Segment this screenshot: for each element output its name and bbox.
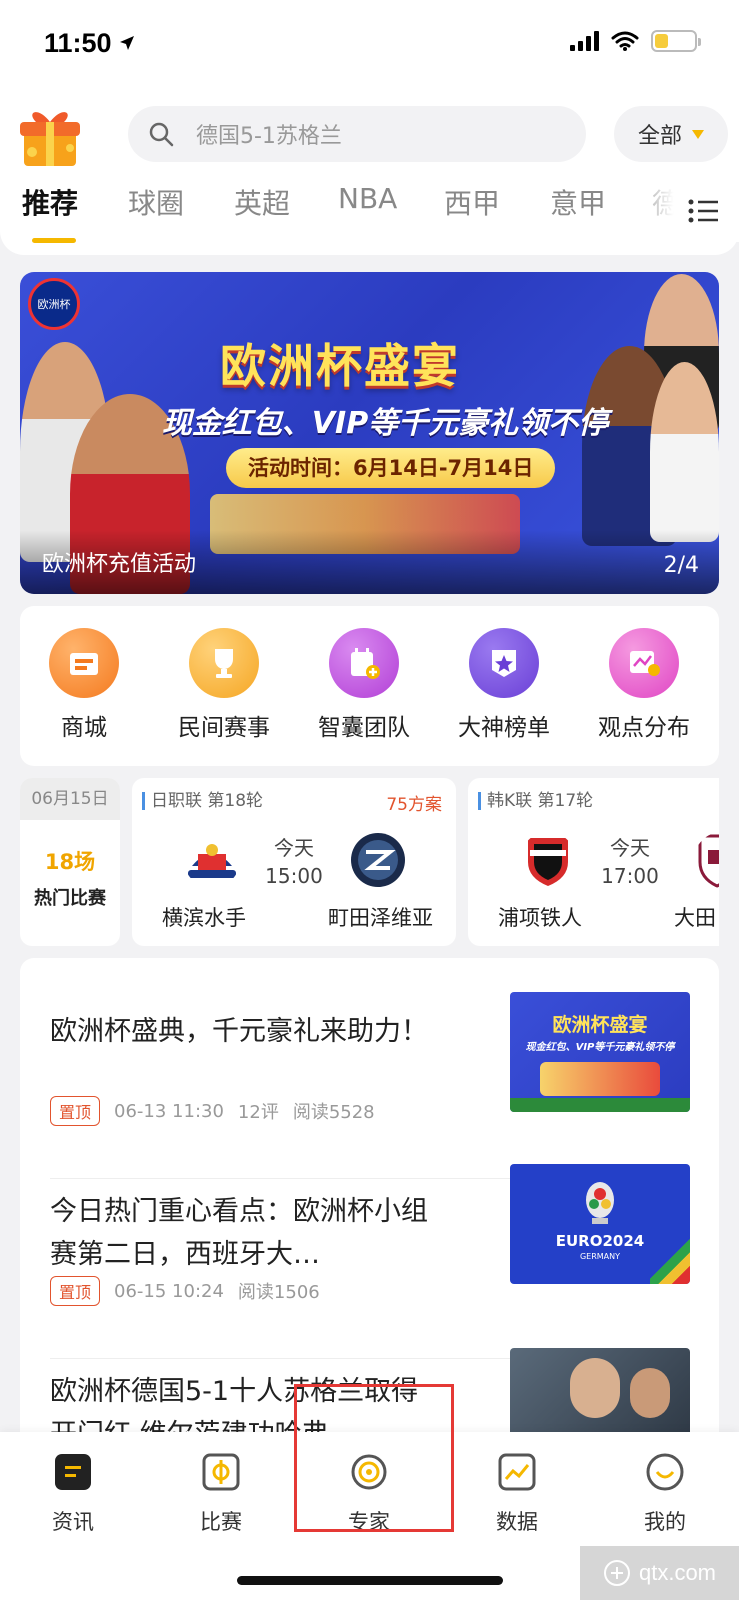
calendar-plus-icon	[329, 628, 399, 698]
home-team: 浦项铁人	[498, 906, 582, 930]
quick-item-ranking[interactable]: 大神榜单	[440, 628, 568, 742]
team-logo	[351, 833, 405, 887]
match-time: 今天 17:00	[601, 836, 659, 888]
tabbar-news[interactable]: 资讯	[28, 1452, 118, 1536]
cellular-signal-icon	[570, 31, 599, 51]
caret-down-icon	[692, 129, 704, 139]
search-placeholder: 德国5-1苏格兰	[196, 124, 342, 149]
status-time: 11:50	[44, 28, 112, 58]
hot-matches-card[interactable]: 06月15日 18场 热门比赛	[20, 778, 120, 946]
tabbar-label: 比赛	[200, 1510, 242, 1534]
quick-item-shop[interactable]: 商城	[20, 628, 148, 742]
news-comments: 12评	[237, 1102, 279, 1123]
search-icon	[149, 122, 174, 147]
quick-item-think-tank[interactable]: 智囊团队	[300, 628, 428, 742]
news-reads: 阅读1506	[237, 1282, 320, 1303]
player-image	[650, 362, 719, 542]
news-thumbnail: EURO2024 GERMANY	[510, 1164, 690, 1284]
match-icon	[202, 1453, 240, 1491]
match-league: 日职联 第18轮	[142, 792, 263, 810]
news-time: 06-13 11:30	[114, 1100, 224, 1122]
news-icon	[55, 1454, 91, 1490]
news-item[interactable]: 今日热门重心看点：欧洲杯小组赛第二日，西班牙大… 置顶 06-15 10:24 …	[50, 1164, 690, 1330]
filter-dropdown[interactable]: 全部	[614, 106, 728, 162]
team-logo	[528, 838, 568, 886]
quick-item-label: 智囊团队	[318, 715, 410, 741]
news-title: 今日热门重心看点：欧洲杯小组赛第二日，西班牙大…	[50, 1196, 428, 1270]
banner-date: 活动时间：6月14日-7月14日	[226, 448, 556, 488]
watermark-logo-icon	[603, 1560, 630, 1586]
quick-item-label: 商城	[61, 715, 107, 741]
euro-cup-logo: 欧洲杯	[28, 278, 80, 330]
banner-page-indicator: 2/4	[663, 553, 699, 578]
annotation-highlight	[294, 1384, 454, 1532]
promo-banner[interactable]: 欧洲杯 欧洲杯盛宴 现金红包、VIP等千元豪礼领不停 活动时间：6月14日-7月…	[20, 272, 719, 594]
profile-icon	[646, 1453, 684, 1491]
tabbar-label: 资讯	[52, 1510, 94, 1534]
shop-icon	[49, 628, 119, 698]
filter-label: 全部	[637, 124, 682, 149]
wifi-icon	[611, 31, 639, 51]
banner-caption: 欧洲杯充值活动	[42, 552, 197, 577]
news-meta: 置顶 06-15 10:24 阅读1506	[50, 1276, 320, 1306]
news-title: 欧洲杯盛典，千元豪礼来助力！	[50, 1016, 428, 1047]
home-team: 横滨水手	[162, 906, 246, 930]
data-chart-icon	[498, 1453, 536, 1491]
tabbar-label: 我的	[644, 1510, 686, 1534]
news-thumbnail: 欧洲杯盛宴 现金红包、VIP等千元豪礼领不停	[510, 992, 690, 1112]
pinned-badge: 置顶	[50, 1276, 101, 1306]
match-count: 18场	[44, 850, 96, 874]
tabbar-data[interactable]: 数据	[472, 1452, 562, 1536]
quick-menu: 商城 民间赛事 智囊团队 大神榜单 观点分布	[20, 606, 719, 766]
status-bar: 11:50	[0, 0, 739, 90]
watermark: qtx.com	[580, 1546, 739, 1600]
news-reads: 阅读5528	[292, 1102, 375, 1123]
gift-icon[interactable]	[14, 102, 86, 170]
quick-item-label: 大神榜单	[458, 715, 550, 741]
chart-icon	[609, 628, 679, 698]
away-team: 大田	[674, 906, 716, 930]
match-plans-count: 75方案	[386, 795, 442, 815]
tab-serie-a[interactable]: 意甲	[550, 182, 606, 222]
banner-subtitle: 现金红包、VIP等千元豪礼领不停	[161, 406, 609, 441]
header: 德国5-1苏格兰 全部 推荐 球圈 英超 NBA 西甲 意甲 德	[0, 90, 739, 255]
tab-circle[interactable]: 球圈	[128, 182, 184, 222]
tab-recommend[interactable]: 推荐	[22, 182, 78, 222]
location-arrow-icon	[120, 36, 134, 50]
hot-matches-label: 热门比赛	[34, 888, 106, 909]
match-time: 今天 15:00	[265, 836, 323, 888]
quick-item-label: 民间赛事	[178, 715, 270, 741]
quick-item-label: 观点分布	[598, 715, 690, 741]
search-bar[interactable]: 德国5-1苏格兰	[128, 106, 586, 162]
news-feed: 欧洲杯盛典，千元豪礼来助力！ 置顶 06-13 11:30 12评 阅读5528…	[20, 958, 719, 1458]
tabbar-label: 数据	[496, 1510, 538, 1534]
category-tabs: 推荐 球圈 英超 NBA 西甲 意甲 德	[0, 182, 739, 242]
match-card[interactable]: 韩K联 第17轮 今天 17:00 浦项铁人 大田	[468, 778, 719, 946]
active-tab-indicator	[32, 238, 76, 243]
tab-laliga[interactable]: 西甲	[444, 182, 500, 222]
home-indicator	[237, 1576, 503, 1585]
away-team: 町田泽维亚	[328, 906, 433, 930]
tab-nba[interactable]: NBA	[338, 182, 397, 215]
pinned-badge: 置顶	[50, 1096, 101, 1126]
team-logo	[698, 834, 719, 888]
quick-item-opinions[interactable]: 观点分布	[580, 628, 708, 742]
team-logo	[188, 844, 236, 878]
battery-icon	[651, 30, 701, 52]
news-time: 06-15 10:24	[114, 1280, 224, 1302]
trophy-icon	[189, 628, 259, 698]
quick-item-amateur-events[interactable]: 民间赛事	[160, 628, 288, 742]
tab-menu-icon[interactable]	[688, 198, 720, 224]
news-meta: 置顶 06-13 11:30 12评 阅读5528	[50, 1096, 375, 1126]
ranking-star-icon	[469, 628, 539, 698]
tabbar-matches[interactable]: 比赛	[176, 1452, 266, 1536]
match-date: 06月15日	[20, 778, 120, 820]
tab-premier-league[interactable]: 英超	[234, 182, 290, 222]
tabbar-profile[interactable]: 我的	[620, 1452, 710, 1536]
news-item[interactable]: 欧洲杯盛典，千元豪礼来助力！ 置顶 06-13 11:30 12评 阅读5528…	[50, 992, 690, 1150]
match-league: 韩K联 第17轮	[478, 792, 593, 810]
banner-title: 欧洲杯盛宴	[220, 339, 460, 393]
match-card[interactable]: 日职联 第18轮 75方案 今天 15:00 横滨水手 町田泽维亚	[132, 778, 456, 946]
